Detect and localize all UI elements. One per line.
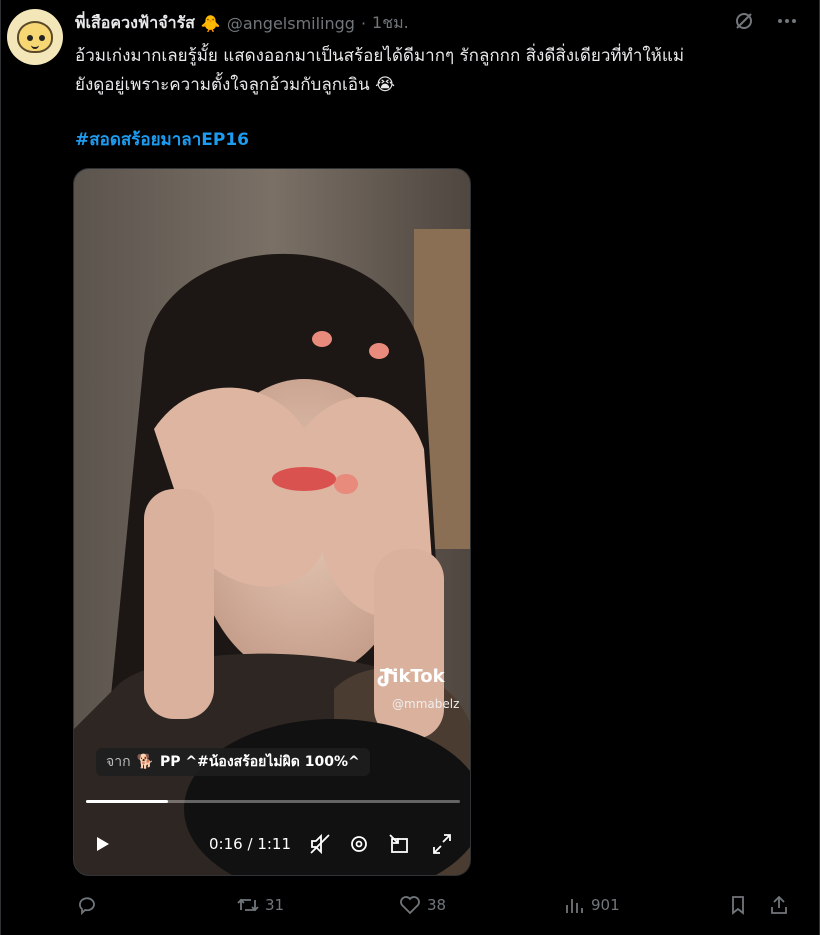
- share-icon: [771, 895, 787, 914]
- tweet-time[interactable]: 1ชม.: [372, 11, 409, 36]
- user-handle[interactable]: @angelsmilingg: [227, 14, 355, 33]
- caption-text: PP ^#น้องสร้อยไม่ผิด 100%^: [159, 754, 360, 770]
- grok-icon[interactable]: [733, 10, 755, 37]
- like-button[interactable]: 38: [399, 895, 446, 915]
- reply-icon: [79, 897, 95, 915]
- display-name[interactable]: พี่เสือควงฟ้าจำรัส: [75, 11, 195, 36]
- video-timecode: 0:16 / 1:11: [209, 829, 291, 859]
- tweet-text-line-2: ยังดูอยู่เพราะความตั้งใจลูกอ้วมกับลูกเอิ…: [75, 75, 395, 95]
- retweet-button[interactable]: 31: [237, 895, 284, 915]
- retweet-count: 31: [265, 896, 285, 914]
- avatar-eye-left: [27, 35, 33, 41]
- video-controls: 0:16 / 1:11: [74, 829, 470, 859]
- video-caption[interactable]: จาก 🐕 PP ^#น้องสร้อยไม่ผิด 100%^: [96, 748, 370, 776]
- video-progress-fill: [86, 800, 169, 803]
- tiktok-watermark: TikTok: [376, 666, 445, 687]
- tweet-actions: 31 38 901: [1, 895, 820, 923]
- share-button[interactable]: [769, 895, 789, 915]
- views-button[interactable]: 901: [563, 895, 620, 915]
- bookmark-icon: [732, 896, 744, 915]
- time-separator: /: [247, 835, 253, 853]
- header-separator: ·: [360, 13, 367, 33]
- avatar-face-icon: [17, 21, 53, 53]
- video-progress-bar[interactable]: [86, 800, 460, 803]
- hashtag-link[interactable]: #สอดสร้อยมาลาEP16: [75, 126, 249, 153]
- retweet-icon: [237, 898, 259, 912]
- like-count: 38: [427, 896, 447, 914]
- avatar[interactable]: [7, 9, 63, 65]
- time-total: 1:11: [257, 835, 291, 853]
- tweet: พี่เสือควงฟ้าจำรัส 🐥 @angelsmilingg · 1ช…: [0, 0, 820, 935]
- tweet-header: พี่เสือควงฟ้าจำรัส 🐥 @angelsmilingg · 1ช…: [75, 10, 409, 36]
- avatar-eye-right: [39, 35, 45, 41]
- tweet-text: อ้วมเก่งมากเลยรู้มั้ย แสดงออกมาเป็นสร้อย…: [75, 42, 805, 100]
- time-current: 0:16: [209, 835, 243, 853]
- caption-emoji: 🐕: [136, 754, 154, 770]
- bookmark-button[interactable]: [728, 895, 748, 915]
- more-options-icon[interactable]: [777, 11, 797, 36]
- video-player[interactable]: TikTok @mmabelz จาก 🐕 PP ^#น้องสร้อยไม่ผ…: [73, 168, 471, 876]
- reply-button[interactable]: [77, 895, 97, 915]
- name-emoji: 🐥: [200, 13, 221, 33]
- caption-from: จาก: [106, 754, 131, 770]
- tiktok-username: @mmabelz: [392, 697, 460, 711]
- tweet-text-line-1: อ้วมเก่งมากเลยรู้มั้ย แสดงออกมาเป็นสร้อย…: [75, 46, 685, 66]
- views-count: 901: [591, 896, 620, 914]
- avatar-mouth: [31, 43, 39, 49]
- views-chart-icon: [566, 899, 583, 913]
- heart-icon: [400, 896, 420, 915]
- header-actions: [733, 10, 797, 37]
